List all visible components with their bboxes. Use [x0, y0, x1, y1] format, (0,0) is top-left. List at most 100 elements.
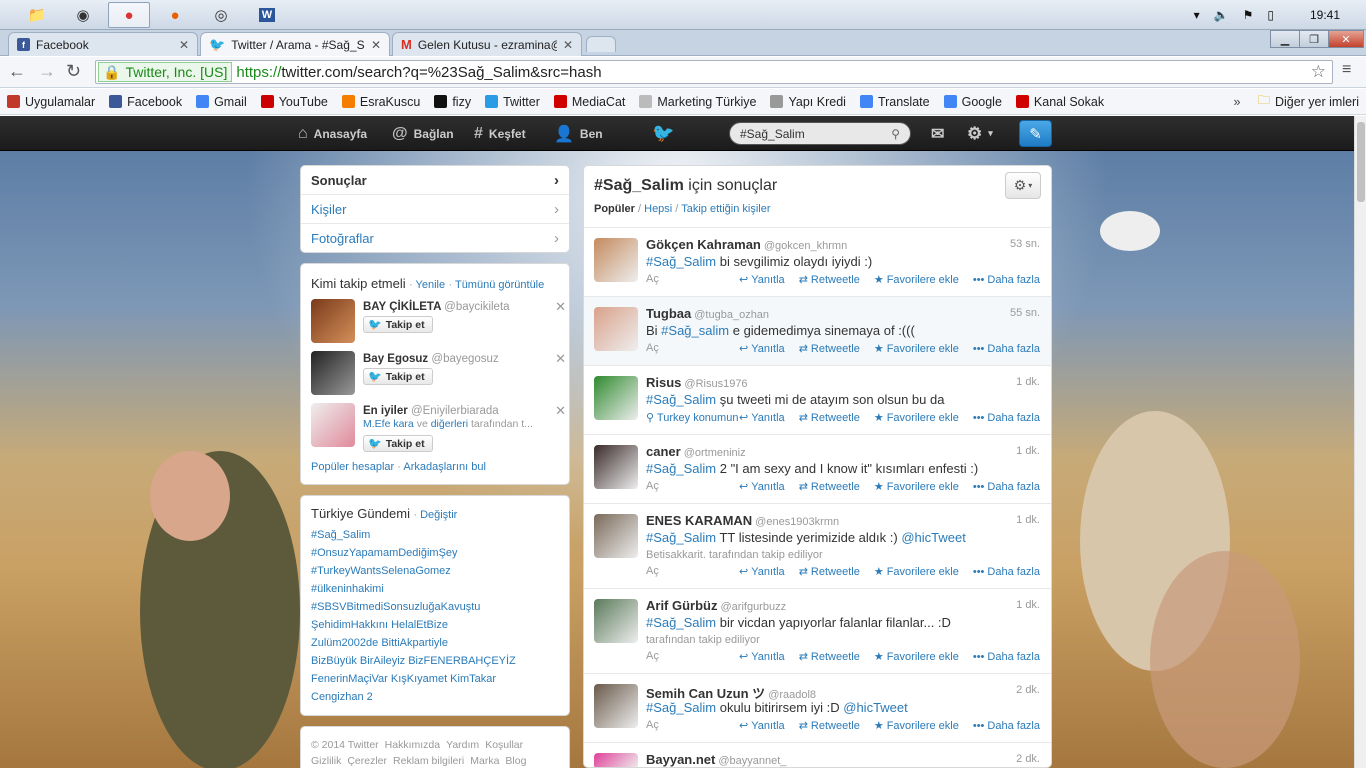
footer-link[interactable]: Marka [470, 755, 499, 767]
tweet-timestamp[interactable]: 1 dk. [1016, 514, 1040, 526]
bookmark-item[interactable]: Facebook [102, 95, 189, 109]
favorite-action[interactable]: ★ Favorilere ekle [874, 650, 959, 664]
chevron-right-icon[interactable]: » [1223, 95, 1250, 109]
more-action[interactable]: ••• Daha fazla [973, 719, 1040, 732]
nav-home[interactable]: ⌂ Anasayfa [298, 116, 367, 151]
tweet-timestamp[interactable]: 55 sn. [1010, 307, 1040, 319]
followed-by-link[interactable]: M.Efe kara [363, 418, 414, 430]
more-action[interactable]: ••• Daha fazla [973, 565, 1040, 578]
avatar[interactable] [311, 351, 355, 395]
reply-action[interactable]: ↩ Yanıtla [739, 273, 785, 287]
flag-icon[interactable]: ⚑ [1243, 8, 1254, 22]
footer-link[interactable]: © 2014 Twitter [311, 739, 379, 751]
filter-popular[interactable]: Popüler [594, 203, 635, 215]
tweet[interactable]: Risus @Risus1976 1 dk. #Sağ_Salim şu tweeti… [584, 366, 1051, 435]
back-icon[interactable]: ← [8, 61, 26, 82]
tweet-author-name[interactable]: caner [646, 444, 681, 459]
avatar[interactable] [594, 307, 638, 351]
twitter-logo-icon[interactable]: 🐦 [652, 116, 674, 151]
favorite-action[interactable]: ★ Favorilere ekle [874, 480, 959, 494]
user-name[interactable]: BAY ÇİKİLETA [363, 301, 441, 313]
new-tab-button[interactable] [586, 36, 616, 52]
avatar[interactable] [594, 376, 638, 420]
bookmark-item[interactable]: Marketing Türkiye [632, 95, 763, 109]
avatar[interactable] [594, 238, 638, 282]
tweet[interactable]: Bayyan.net @bayyannet_ 2 dk. [584, 743, 1051, 767]
other-bookmarks[interactable]: 🗀 Diğer yer imleri [1250, 91, 1366, 112]
tweet-timestamp[interactable]: 1 dk. [1016, 445, 1040, 457]
retweet-action[interactable]: ⇄ Retweetle [799, 719, 860, 733]
search-input[interactable]: #Sağ_Salim ⚲ [729, 122, 911, 145]
filter-all[interactable]: Hepsi [644, 203, 672, 215]
search-icon[interactable]: ⚲ [891, 127, 900, 141]
footer-link[interactable]: Koşullar [485, 739, 523, 751]
tweet[interactable]: Semih Can Uzun ツ @raadol8 2 dk. #Sağ_Salim … [584, 674, 1051, 743]
app-icon[interactable]: ◎ [200, 2, 242, 28]
suggested-user[interactable]: En iyiler @Eniyilerbiarada ✕ M.Efe kara … [311, 403, 566, 455]
nav-connect[interactable]: @ Bağlan [392, 116, 454, 151]
hashtag-link[interactable]: #Sağ_salim [661, 323, 729, 338]
tweet[interactable]: Arif Gürbüz @arifgurbuzz 1 dk. #Sağ_Salim b… [584, 589, 1051, 674]
expand-tweet-link[interactable]: Aç [646, 719, 659, 731]
trend-item[interactable]: Zulüm2002de BittiAkpartiyle [311, 634, 516, 652]
avatar[interactable] [594, 684, 638, 728]
tweet[interactable]: caner @ortmeniniz 1 dk. #Sağ_Salim 2 "I am … [584, 435, 1051, 504]
tweet[interactable]: Gökçen Kahraman @gokcen_khrmn 53 sn. #Sağ_S… [584, 228, 1051, 297]
bookmark-item[interactable]: MediaCat [547, 95, 633, 109]
address-bar[interactable]: 🔒 Twitter, Inc. [US] https://twitter.com… [95, 60, 1333, 84]
followed-by-link[interactable]: Betisakkarit. [646, 549, 706, 561]
speaker-icon[interactable]: 🔈 [1214, 8, 1229, 22]
suggested-user[interactable]: Bay Egosuz @bayegosuz ✕ 🐦 Takip et [311, 351, 566, 397]
messages-icon[interactable]: ✉ [931, 116, 944, 151]
bookmark-item[interactable]: Gmail [189, 95, 254, 109]
more-action[interactable]: ••• Daha fazla [973, 650, 1040, 663]
chrome-icon[interactable]: ● [108, 2, 150, 28]
popular-accounts-link[interactable]: Popüler hesaplar [311, 461, 394, 473]
trend-item[interactable]: BizBüyük BirAileyiz BizFENERBAHÇEYİZ [311, 652, 516, 670]
bookmark-item[interactable]: Translate [853, 95, 937, 109]
page-scrollbar[interactable] [1354, 116, 1366, 768]
reply-action[interactable]: ↩ Yanıtla [739, 565, 785, 579]
mention-link[interactable]: @hicTweet [901, 530, 966, 545]
close-tab-icon[interactable]: ✕ [371, 38, 381, 52]
nav-photos[interactable]: Fotoğraflar › [301, 224, 569, 252]
bookmark-item[interactable]: Kanal Sokak [1009, 95, 1111, 109]
more-action[interactable]: ••• Daha fazla [973, 273, 1040, 286]
trend-item[interactable]: #ülkeninhakimi [311, 580, 516, 598]
tweet[interactable]: Tugbaa @tugba_ozhan 55 sn. Bi #Sağ_salim e … [584, 297, 1051, 366]
mention-link[interactable]: @hicTweet [843, 700, 908, 715]
retweet-action[interactable]: ⇄ Retweetle [799, 480, 860, 494]
scrollbar-thumb[interactable] [1357, 122, 1365, 202]
hashtag-link[interactable]: #Sağ_Salim [646, 461, 716, 476]
hashtag-link[interactable]: #Sağ_Salim [646, 700, 716, 715]
follow-button[interactable]: 🐦 Takip et [363, 368, 433, 385]
user-name[interactable]: Bay Egosuz [363, 353, 428, 365]
favorite-action[interactable]: ★ Favorilere ekle [874, 273, 959, 287]
expand-tweet-link[interactable]: Aç [646, 650, 659, 662]
forward-icon[interactable]: → [38, 61, 56, 82]
favorite-action[interactable]: ★ Favorilere ekle [874, 411, 959, 425]
ev-certificate-badge[interactable]: 🔒 Twitter, Inc. [US] [98, 62, 233, 82]
reply-action[interactable]: ↩ Yanıtla [739, 719, 785, 733]
bookmark-item[interactable]: YouTube [254, 95, 335, 109]
nav-people[interactable]: Kişiler › [301, 195, 569, 224]
filter-following[interactable]: Takip ettiğin kişiler [681, 203, 770, 215]
retweet-action[interactable]: ⇄ Retweetle [799, 342, 860, 356]
settings-gear-icon[interactable]: ⚙ ▾ [967, 116, 993, 151]
trend-item[interactable]: #OnsuzYapamamDediğimŞey [311, 544, 516, 562]
tweet-timestamp[interactable]: 53 sn. [1010, 238, 1040, 250]
follow-button[interactable]: 🐦 Takip et [363, 316, 433, 333]
avatar[interactable] [594, 753, 638, 767]
footer-link[interactable]: Blog [505, 755, 526, 767]
tweet-timestamp[interactable]: 2 dk. [1016, 684, 1040, 696]
trend-item[interactable]: ŞehidimHakkını HelalEtBize [311, 616, 516, 634]
battery-icon[interactable]: ▯ [1267, 8, 1274, 22]
tweet-author-name[interactable]: ENES KARAMAN [646, 513, 752, 528]
star-icon[interactable]: ☆ [1311, 62, 1326, 82]
firefox-icon[interactable]: ● [154, 2, 196, 28]
hashtag-link[interactable]: #Sağ_Salim [646, 392, 716, 407]
footer-link[interactable]: Hakkımızda [385, 739, 440, 751]
find-friends-link[interactable]: Arkadaşlarını bul [403, 461, 486, 473]
bookmark-item[interactable]: fizy [427, 95, 478, 109]
tweet-author-name[interactable]: Risus [646, 375, 681, 390]
